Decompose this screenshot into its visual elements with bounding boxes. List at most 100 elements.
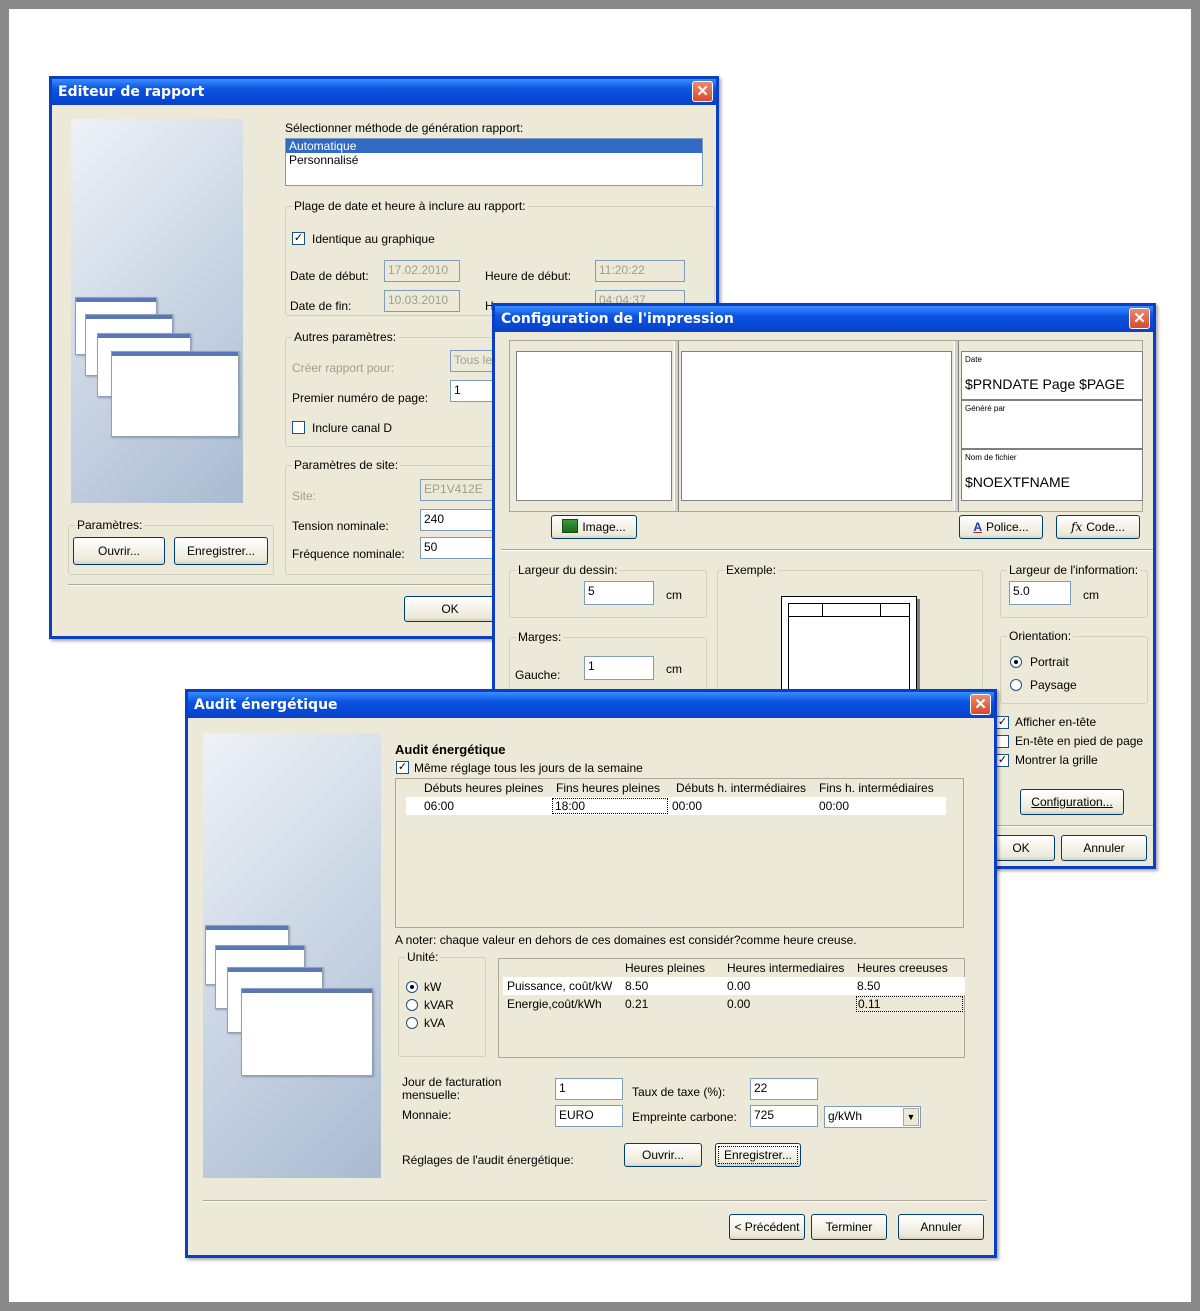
landscape-radio[interactable] bbox=[1010, 679, 1022, 691]
cancel-button[interactable]: Annuler bbox=[1061, 835, 1147, 861]
billing-day-field[interactable]: 1 bbox=[555, 1078, 623, 1100]
table-row[interactable]: Energie,coût/kWh 0.21 0.00 0.11 bbox=[503, 995, 965, 1013]
currency-field[interactable]: EURO bbox=[555, 1105, 623, 1127]
nominal-freq-label: Fréquence nominale: bbox=[292, 547, 405, 561]
carbon-label: Empreinte carbone: bbox=[632, 1110, 737, 1124]
report-editor-titlebar[interactable]: Editeur de rapport bbox=[52, 79, 716, 105]
schedule-table[interactable]: Débuts heures pleines Fins heures pleine… bbox=[395, 778, 964, 928]
header-date-box[interactable]: Date $PRNDATE Page $PAGE bbox=[961, 351, 1143, 400]
close-button[interactable]: ✕ bbox=[692, 81, 713, 102]
cost-cell[interactable]: 0.21 bbox=[625, 997, 648, 1011]
header-middle-box[interactable] bbox=[681, 351, 952, 501]
font-button[interactable]: A Police... bbox=[959, 515, 1043, 539]
site-params-group-title: Paramètres de site: bbox=[292, 458, 401, 472]
open-button[interactable]: Ouvrir... bbox=[624, 1143, 702, 1167]
audit-settings-label: Réglages de l'audit énergétique: bbox=[402, 1153, 574, 1167]
image-button[interactable]: Image... bbox=[551, 515, 637, 539]
close-button[interactable]: ✕ bbox=[970, 694, 991, 715]
save-button[interactable]: Enregistrer... bbox=[174, 537, 268, 565]
tax-rate-label: Taux de taxe (%): bbox=[632, 1085, 726, 1099]
schedule-header: Fins h. intermédiaires bbox=[819, 781, 934, 795]
params-group-title: Paramètres: bbox=[75, 518, 145, 532]
audit-bottom-separator bbox=[203, 1200, 987, 1202]
currency-label: Monnaie: bbox=[402, 1108, 452, 1122]
start-date-field[interactable]: 17.02.2010 bbox=[384, 260, 460, 282]
method-option-personnalise[interactable]: Personnalisé bbox=[286, 153, 702, 167]
method-listbox[interactable]: Automatique Personnalisé bbox=[285, 138, 703, 186]
note-text: A noter: chaque valeur en dehors de ces … bbox=[395, 933, 857, 947]
previous-button[interactable]: < Précédent bbox=[729, 1214, 805, 1240]
header-date-value: $PRNDATE Page $PAGE bbox=[965, 376, 1125, 392]
header-divider-right[interactable] bbox=[954, 341, 959, 511]
print-config-titlebar[interactable]: Configuration de l'impression bbox=[495, 306, 1153, 332]
method-option-automatique[interactable]: Automatique bbox=[286, 139, 702, 153]
include-channel-checkbox[interactable] bbox=[292, 421, 305, 434]
header-generated-box[interactable]: Généré par bbox=[961, 400, 1143, 449]
unit-kw-radio[interactable] bbox=[406, 981, 418, 993]
chevron-down-icon[interactable]: ▼ bbox=[903, 1108, 919, 1126]
carbon-unit-select[interactable]: g/kWh ▼ bbox=[824, 1106, 921, 1128]
same-as-graph-label: Identique au graphique bbox=[312, 232, 435, 246]
cost-cell[interactable]: 0.00 bbox=[727, 997, 750, 1011]
cost-row-label: Puissance, coût/kW bbox=[507, 979, 613, 993]
show-header-label: Afficher en-tête bbox=[1015, 715, 1097, 729]
schedule-header: Débuts heures pleines bbox=[424, 781, 544, 795]
same-setting-checkbox[interactable]: ✓ bbox=[396, 761, 409, 774]
show-grid-checkbox[interactable]: ✓ bbox=[996, 754, 1009, 767]
ok-button[interactable]: OK bbox=[987, 835, 1055, 861]
cost-cell[interactable]: 8.50 bbox=[857, 979, 880, 993]
schedule-cell[interactable]: 18:00 bbox=[552, 798, 668, 814]
file-name-caption: Nom de fichier bbox=[965, 453, 1017, 462]
config-separator bbox=[501, 549, 1153, 551]
left-margin-field[interactable]: 1 bbox=[584, 656, 654, 680]
finish-button[interactable]: Terminer bbox=[811, 1214, 887, 1240]
cancel-button[interactable]: Annuler bbox=[898, 1214, 984, 1240]
page-preview bbox=[781, 596, 917, 697]
cost-header: Heures creeuses bbox=[857, 961, 948, 975]
unit-kvar-label: kVAR bbox=[424, 998, 454, 1012]
schedule-cell[interactable]: 00:00 bbox=[819, 799, 849, 813]
orientation-group-title: Orientation: bbox=[1007, 629, 1074, 643]
cost-cell[interactable]: 0.11 bbox=[856, 996, 963, 1012]
start-time-field[interactable]: 11:20:22 bbox=[595, 260, 685, 282]
create-report-label: Créer rapport pour: bbox=[292, 361, 395, 375]
portrait-label: Portrait bbox=[1030, 655, 1069, 669]
unit-kvar-radio[interactable] bbox=[406, 999, 418, 1011]
portrait-radio[interactable] bbox=[1010, 656, 1022, 668]
font-button-label: Police... bbox=[985, 520, 1029, 534]
tax-rate-field[interactable]: 22 bbox=[750, 1078, 818, 1100]
drawing-width-field[interactable]: 5 bbox=[584, 581, 654, 605]
carbon-field[interactable]: 725 bbox=[750, 1105, 818, 1127]
cost-table[interactable]: Heures pleines Heures intermediaires Heu… bbox=[498, 958, 965, 1058]
start-time-label: Heure de début: bbox=[485, 269, 572, 283]
header-divider-left[interactable] bbox=[674, 341, 679, 511]
energy-audit-titlebar[interactable]: Audit énergétique bbox=[188, 692, 994, 718]
open-button[interactable]: Ouvrir... bbox=[73, 537, 165, 565]
cost-cell[interactable]: 8.50 bbox=[625, 979, 648, 993]
unit-kva-radio[interactable] bbox=[406, 1017, 418, 1029]
header-filename-box[interactable]: Nom de fichier $NOEXTFNAME bbox=[961, 449, 1143, 501]
unit-group-title: Unité: bbox=[405, 950, 441, 964]
left-margin-unit: cm bbox=[666, 662, 682, 676]
ok-button[interactable]: OK bbox=[404, 596, 496, 622]
unit-kw-label: kW bbox=[424, 980, 442, 994]
schedule-cell[interactable]: 00:00 bbox=[672, 799, 702, 813]
table-row[interactable]: 06:00 18:00 00:00 00:00 bbox=[406, 797, 946, 815]
cost-cell[interactable]: 0.00 bbox=[727, 979, 750, 993]
header-left-box[interactable] bbox=[516, 351, 672, 501]
end-date-label: Date de fin: bbox=[290, 299, 352, 313]
header-in-footer-checkbox[interactable] bbox=[996, 735, 1009, 748]
table-row[interactable]: Puissance, coût/kW 8.50 0.00 8.50 bbox=[503, 977, 965, 995]
code-button[interactable]: fx Code... bbox=[1056, 515, 1140, 539]
date-range-group-title: Plage de date et heure à inclure au rapp… bbox=[292, 199, 528, 213]
cost-header: Heures intermediaires bbox=[727, 961, 845, 975]
configuration-button[interactable]: Configuration... bbox=[1020, 789, 1124, 815]
image-icon bbox=[562, 519, 579, 533]
info-width-field[interactable]: 5.0 bbox=[1009, 581, 1071, 605]
schedule-cell[interactable]: 06:00 bbox=[424, 799, 454, 813]
save-button[interactable]: Enregistrer... bbox=[715, 1143, 801, 1167]
close-button[interactable]: ✕ bbox=[1129, 308, 1150, 329]
same-as-graph-checkbox[interactable]: ✓ bbox=[292, 232, 305, 245]
show-header-checkbox[interactable]: ✓ bbox=[996, 716, 1009, 729]
end-date-field[interactable]: 10.03.2010 bbox=[384, 290, 460, 312]
